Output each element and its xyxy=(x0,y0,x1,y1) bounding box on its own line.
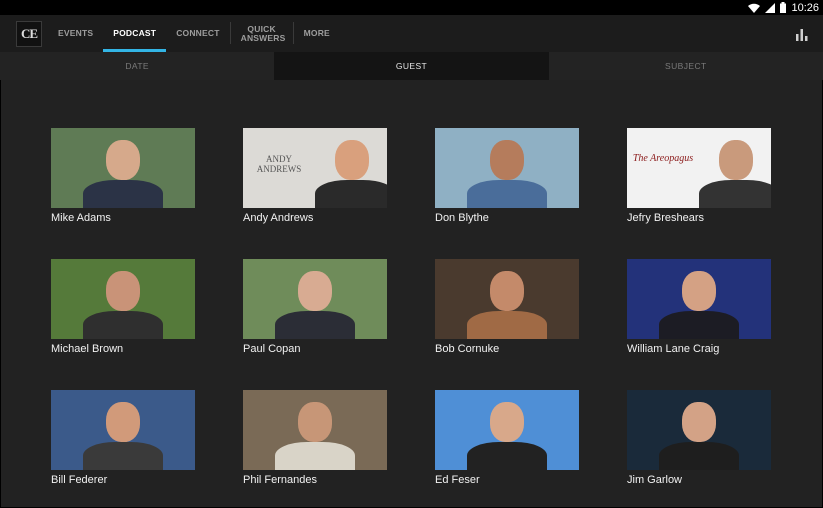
guest-name[interactable]: Don Blythe xyxy=(435,212,579,224)
photo-shoulders xyxy=(83,311,163,339)
guest-card[interactable]: Michael Brown xyxy=(51,259,195,390)
photo-face xyxy=(298,402,332,442)
guest-card[interactable]: The Areopagus Jefry Breshears xyxy=(627,128,771,259)
guest-photo[interactable] xyxy=(435,259,579,339)
guest-name[interactable]: Michael Brown xyxy=(51,343,195,355)
photo-face xyxy=(490,140,524,180)
photo-shoulders xyxy=(467,311,547,339)
photo-face xyxy=(298,271,332,311)
signal-icon xyxy=(765,2,776,13)
tab-label: CONNECT xyxy=(176,28,220,38)
guest-photo[interactable] xyxy=(51,259,195,339)
photo-shoulders xyxy=(83,442,163,470)
action-bar: CE EVENTS PODCAST CONNECT QUICK ANSWERS MORE xyxy=(0,15,823,52)
guest-card[interactable]: Bob Cornuke xyxy=(435,259,579,390)
guest-name[interactable]: Mike Adams xyxy=(51,212,195,224)
bar-chart-icon[interactable] xyxy=(795,27,809,41)
subtab-subject[interactable]: SUBJECT xyxy=(549,52,823,80)
guest-card[interactable]: Jim Garlow xyxy=(627,390,771,508)
guest-name[interactable]: William Lane Craig xyxy=(627,343,771,355)
guest-card[interactable]: Mike Adams xyxy=(51,128,195,259)
app-logo-text: CE xyxy=(20,26,38,41)
status-time: 10:26 xyxy=(791,1,819,14)
guest-photo[interactable]: The Areopagus xyxy=(627,128,771,208)
photo-shoulders xyxy=(315,180,387,208)
guest-photo[interactable] xyxy=(435,390,579,470)
guest-name[interactable]: Jim Garlow xyxy=(627,474,771,486)
status-bar: 10:26 xyxy=(0,0,823,15)
guest-card[interactable]: Don Blythe xyxy=(435,128,579,259)
guest-photo[interactable] xyxy=(51,390,195,470)
subtab-guest[interactable]: GUEST xyxy=(274,52,549,80)
guest-photo[interactable] xyxy=(435,128,579,208)
battery-icon xyxy=(780,2,787,13)
guest-name[interactable]: Paul Copan xyxy=(243,343,387,355)
photo-face xyxy=(106,140,140,180)
photo-shoulders xyxy=(467,180,547,208)
tab-connect[interactable]: CONNECT xyxy=(166,15,229,52)
subtab-date[interactable]: DATE xyxy=(0,52,274,80)
status-icons: 10:26 xyxy=(748,1,819,14)
photo-face xyxy=(719,140,753,180)
tab-events[interactable]: EVENTS xyxy=(48,15,103,52)
guest-name[interactable]: Phil Fernandes xyxy=(243,474,387,486)
tab-label: EVENTS xyxy=(58,28,94,38)
guest-name[interactable]: Bob Cornuke xyxy=(435,343,579,355)
photo-shoulders xyxy=(699,180,771,208)
guest-card[interactable]: ANDY ANDREWS Andy Andrews xyxy=(243,128,387,259)
guest-photo[interactable]: ANDY ANDREWS xyxy=(243,128,387,208)
photo-face xyxy=(490,271,524,311)
guest-name[interactable]: Bill Federer xyxy=(51,474,195,486)
photo-caption: The Areopagus xyxy=(632,153,694,164)
photo-shoulders xyxy=(467,442,547,470)
guest-card[interactable]: Phil Fernandes xyxy=(243,390,387,508)
photo-shoulders xyxy=(83,180,163,208)
wifi-icon xyxy=(748,3,761,13)
tab-label: QUICK ANSWERS xyxy=(240,23,286,43)
tab-podcast[interactable]: PODCAST xyxy=(103,15,167,52)
app-logo[interactable]: CE xyxy=(16,21,42,47)
photo-face xyxy=(682,402,716,442)
tab-quick-answers[interactable]: QUICK ANSWERS xyxy=(231,15,293,52)
photo-shoulders xyxy=(275,311,355,339)
guest-card[interactable]: Bill Federer xyxy=(51,390,195,508)
guest-photo[interactable] xyxy=(51,128,195,208)
tab-more[interactable]: MORE xyxy=(294,15,340,52)
photo-caption: ANDY ANDREWS xyxy=(256,154,302,174)
guest-name[interactable]: Ed Feser xyxy=(435,474,579,486)
guest-card[interactable]: Ed Feser xyxy=(435,390,579,508)
guest-card[interactable]: Paul Copan xyxy=(243,259,387,390)
guest-photo[interactable] xyxy=(627,390,771,470)
guest-grid-panel: Mike Adams ANDY ANDREWS Andy Andrews Don Bl… xyxy=(1,80,822,507)
guest-name[interactable]: Andy Andrews xyxy=(243,212,387,224)
main-nav: EVENTS PODCAST CONNECT QUICK ANSWERS MORE xyxy=(48,15,340,52)
photo-face xyxy=(335,140,369,180)
photo-face xyxy=(106,402,140,442)
photo-shoulders xyxy=(659,442,739,470)
photo-face xyxy=(490,402,524,442)
tab-label: PODCAST xyxy=(113,28,157,38)
guest-grid: Mike Adams ANDY ANDREWS Andy Andrews Don Bl… xyxy=(51,128,771,508)
tab-label: MORE xyxy=(303,28,330,38)
sort-tabs: DATE GUEST SUBJECT xyxy=(0,52,823,80)
photo-face xyxy=(106,271,140,311)
guest-photo[interactable] xyxy=(243,259,387,339)
guest-name[interactable]: Jefry Breshears xyxy=(627,212,771,224)
guest-photo[interactable] xyxy=(243,390,387,470)
photo-shoulders xyxy=(275,442,355,470)
guest-photo[interactable] xyxy=(627,259,771,339)
photo-face xyxy=(682,271,716,311)
guest-card[interactable]: William Lane Craig xyxy=(627,259,771,390)
photo-shoulders xyxy=(659,311,739,339)
